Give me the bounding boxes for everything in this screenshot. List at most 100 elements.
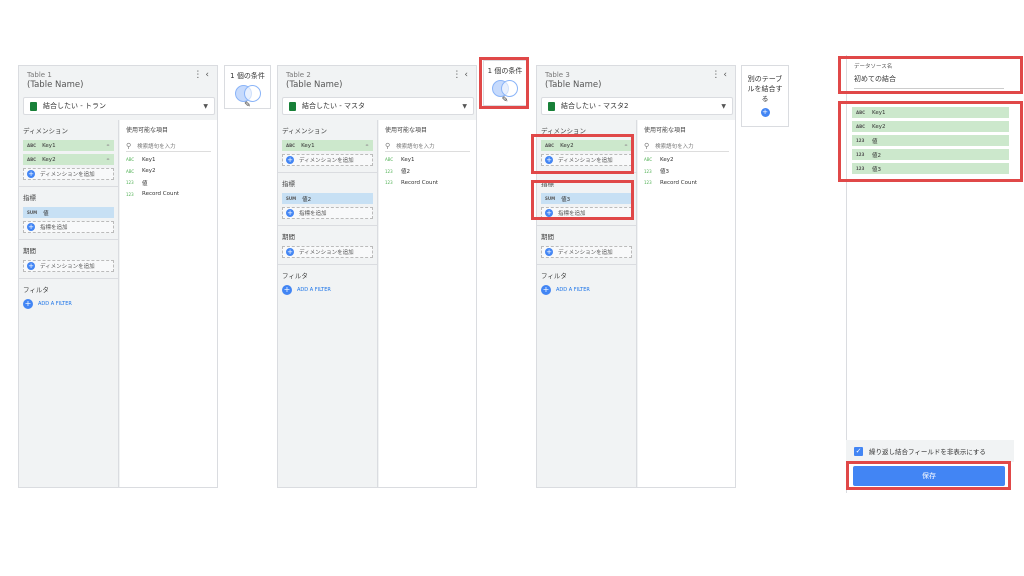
metric-chip[interactable]: SUM 値2 xyxy=(282,193,373,204)
available-field[interactable]: 123 Record Count xyxy=(638,177,735,189)
add-filter-button[interactable]: + ADD A FILTER xyxy=(23,299,114,309)
available-field[interactable]: ABC Key2 xyxy=(638,154,735,166)
type-label: 123 xyxy=(126,191,134,197)
joined-field[interactable]: 123 値2 xyxy=(852,149,1009,160)
table-name[interactable]: (Table Name) xyxy=(545,80,735,90)
period-section: 期間 + ディメンションを追加 xyxy=(19,240,118,279)
dimension-chip[interactable]: ABC Key1 ⚭ xyxy=(23,140,114,151)
available-field[interactable]: 123 値3 xyxy=(638,166,735,178)
field-label: Record Count xyxy=(401,179,439,186)
add-metric-button[interactable]: + 指標を追加 xyxy=(541,207,632,219)
field-label: 値2 xyxy=(401,169,410,176)
link-icon: ⚭ xyxy=(105,142,110,149)
add-metric-button[interactable]: + 指標を追加 xyxy=(23,221,114,233)
chip-label: 値2 xyxy=(302,196,312,203)
section-title: 期間 xyxy=(23,247,36,255)
table-name[interactable]: (Table Name) xyxy=(286,80,476,90)
table-label: Table 2 xyxy=(286,71,311,79)
caret-down-icon: ▼ xyxy=(721,102,726,110)
chip-label: Key2 xyxy=(42,156,56,163)
dimension-chip[interactable]: ABC Key2 ⚭ xyxy=(23,154,114,165)
more-vert-icon[interactable]: ⋮‹ xyxy=(452,70,471,80)
add-circle-icon: + xyxy=(286,209,294,217)
panel-header: Table 2 (Table Name) ⋮‹ xyxy=(278,66,476,96)
available-field[interactable]: ABC Key1 xyxy=(379,154,476,166)
available-field[interactable]: 123 Record Count xyxy=(120,189,217,201)
search-icon: ⚲ xyxy=(644,142,650,150)
available-field[interactable]: 123 Record Count xyxy=(379,177,476,189)
panel-config: ディメンション ABC Key1 ⚭ ABC Key2 ⚭ + ディメンションを追加 指標… xyxy=(19,120,119,487)
search-placeholder: 検索語句を入力 xyxy=(396,144,435,150)
search-input[interactable]: ⚲ 検索語句を入力 xyxy=(644,141,729,152)
table-label: Table 1 xyxy=(27,71,52,79)
table-panel-2: Table 2 (Table Name) ⋮‹ 結合したい - マスタ ▼ ディ… xyxy=(277,65,477,488)
add-table-button[interactable]: 別のテーブルを結合する + xyxy=(741,65,789,127)
link-icon: ⚭ xyxy=(364,142,369,149)
search-icon: ⚲ xyxy=(126,142,132,150)
dimension-chip[interactable]: ABC Key1 ⚭ xyxy=(282,140,373,151)
panel-header: Table 3 (Table Name) ⋮‹ xyxy=(537,66,735,96)
dimension-section: ディメンション ABC Key2 ⚭ + ディメンションを追加 xyxy=(537,120,636,173)
join-condition-2[interactable]: 1 個の条件 ✎ xyxy=(483,60,527,106)
join-label: 1 個の条件 xyxy=(230,72,265,80)
more-vert-icon[interactable]: ⋮‹ xyxy=(711,70,730,80)
type-label: ABC xyxy=(126,168,135,174)
table-label: Table 3 xyxy=(545,71,570,79)
joined-field[interactable]: ABC Key1 xyxy=(852,107,1009,118)
add-label: ディメンションを追加 xyxy=(558,158,613,164)
checkbox-checked-icon[interactable]: ✓ xyxy=(854,446,863,456)
add-filter-button[interactable]: + ADD A FILTER xyxy=(541,285,632,295)
join-condition-1[interactable]: 1 個の条件 ✎ xyxy=(224,65,271,109)
type-label: 123 xyxy=(856,152,865,157)
add-label: 指標を追加 xyxy=(558,211,586,217)
available-field[interactable]: 123 値2 xyxy=(379,166,476,178)
available-field[interactable]: ABC Key1 xyxy=(120,154,217,166)
add-period-button[interactable]: + ディメンションを追加 xyxy=(541,246,632,258)
chip-label: Key1 xyxy=(42,142,56,149)
available-field[interactable]: ABC Key2 xyxy=(120,166,217,178)
period-section: 期間 + ディメンションを追加 xyxy=(278,226,377,265)
source-select-value: 結合したい - マスタ2 xyxy=(561,102,629,110)
hide-repeated-checkbox[interactable]: ✓ 繰り返し結合フィールドを非表示にする xyxy=(846,440,1014,462)
joined-field[interactable]: 123 値 xyxy=(852,135,1009,146)
metric-chip[interactable]: SUM 値3 xyxy=(541,193,632,204)
add-dimension-button[interactable]: + ディメンションを追加 xyxy=(23,168,114,180)
available-fields: 使用可能な項目 ⚲ 検索語句を入力 ABC Key1 ABC Key2 123 値 12… xyxy=(120,120,217,487)
save-button[interactable]: 保存 xyxy=(853,466,1005,486)
source-select[interactable]: 結合したい - トラン ▼ xyxy=(23,97,215,115)
available-fields: 使用可能な項目 ⚲ 検索語句を入力 ABC Key2 123 値3 123 Record… xyxy=(638,120,735,487)
add-circle-icon: + xyxy=(545,156,553,164)
section-title: 期間 xyxy=(541,233,554,241)
available-field[interactable]: 123 値 xyxy=(120,177,217,189)
section-title: フィルタ xyxy=(23,286,49,294)
source-select[interactable]: 結合したい - マスタ ▼ xyxy=(282,97,474,115)
add-period-button[interactable]: + ディメンションを追加 xyxy=(23,260,114,272)
add-dimension-button[interactable]: + ディメンションを追加 xyxy=(282,154,373,166)
source-select[interactable]: 結合したい - マスタ2 ▼ xyxy=(541,97,733,115)
panel-config: ディメンション ABC Key2 ⚭ + ディメンションを追加 指標 SUM 値3 + 指… xyxy=(537,120,637,487)
table-name[interactable]: (Table Name) xyxy=(27,80,217,90)
checkbox-label: 繰り返し結合フィールドを非表示にする xyxy=(869,448,986,456)
search-input[interactable]: ⚲ 検索語句を入力 xyxy=(126,141,211,152)
joined-field[interactable]: 123 値3 xyxy=(852,163,1009,174)
join-venn-icon xyxy=(233,85,263,105)
add-circle-icon: + xyxy=(27,170,35,178)
type-label: 123 xyxy=(644,168,652,174)
dimension-chip[interactable]: ABC Key2 ⚭ xyxy=(541,140,632,151)
add-filter-button[interactable]: + ADD A FILTER xyxy=(282,285,373,295)
chip-label: 値 xyxy=(43,210,49,217)
search-input[interactable]: ⚲ 検索語句を入力 xyxy=(385,141,470,152)
add-dimension-button[interactable]: + ディメンションを追加 xyxy=(541,154,632,166)
metric-chip[interactable]: SUM 値 xyxy=(23,207,114,218)
joined-field[interactable]: ABC Key2 xyxy=(852,121,1009,132)
type-label: ABC xyxy=(27,143,37,148)
more-vert-icon[interactable]: ⋮‹ xyxy=(193,70,212,80)
add-metric-button[interactable]: + 指標を追加 xyxy=(282,207,373,219)
add-label: ディメンションを追加 xyxy=(299,158,354,164)
type-label: 123 xyxy=(856,138,865,143)
table-panel-3: Table 3 (Table Name) ⋮‹ 結合したい - マスタ2 ▼ デ… xyxy=(536,65,736,488)
sheets-icon xyxy=(548,101,555,111)
add-period-button[interactable]: + ディメンションを追加 xyxy=(282,246,373,258)
section-title: 指標 xyxy=(23,194,36,202)
source-name-input[interactable]: 初めての結合 xyxy=(854,74,1004,89)
